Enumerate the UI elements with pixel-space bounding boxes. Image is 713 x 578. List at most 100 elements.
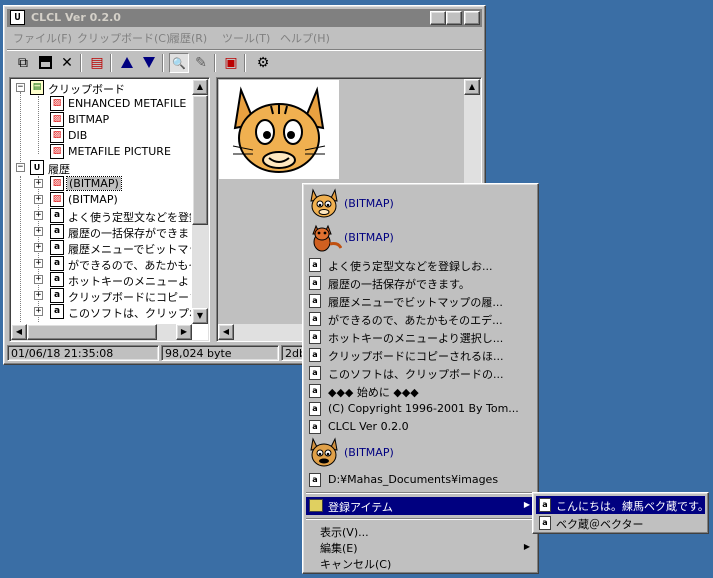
expand-toggle[interactable]: +: [34, 291, 43, 300]
minimize-button[interactable]: _: [430, 11, 446, 25]
popup-item-text[interactable]: a ホットキーのメニューより選択し...: [306, 328, 535, 346]
popup-item-view[interactable]: 表示(V)...: [306, 523, 535, 539]
expand-toggle[interactable]: +: [34, 227, 43, 236]
submenu-item[interactable]: a ベク蔵＠ベクター: [536, 514, 705, 532]
popup-item-text[interactable]: a 履歴メニューでビットマップの履...: [306, 292, 535, 310]
scroll-left-button[interactable]: ◀: [11, 324, 27, 340]
scroll-down-button[interactable]: ▼: [192, 308, 208, 324]
menu-history[interactable]: 履歴(R): [169, 30, 207, 46]
app-icon[interactable]: U: [10, 10, 25, 25]
title-bar[interactable]: U CLCL Ver 0.2.0 _ □ ×: [7, 9, 482, 27]
popup-item-bitmap[interactable]: (BITMAP): [306, 187, 535, 221]
tree-node-format[interactable]: ▨ METAFILE PICTURE: [12, 144, 191, 160]
popup-label: CLCL Ver 0.2.0: [328, 420, 409, 433]
register-icon[interactable]: ▤: [87, 53, 107, 73]
text-icon: a: [309, 258, 321, 272]
tree-vertical-scrollbar[interactable]: ▲ ▼: [192, 79, 208, 324]
maximize-button[interactable]: □: [446, 11, 462, 25]
tree-node-history-item[interactable]: + a ホットキーのメニューより選: [12, 272, 191, 288]
popup-item-text[interactable]: a このソフトは、クリップボードの...: [306, 364, 535, 382]
tree-horizontal-scrollbar[interactable]: ◀ ▶: [11, 324, 192, 340]
tree-label: METAFILE PICTURE: [68, 145, 171, 158]
popup-item-text[interactable]: a (C) Copyright 1996-2001 By Tom...: [306, 400, 535, 418]
expand-toggle[interactable]: +: [34, 195, 43, 204]
expand-toggle[interactable]: +: [34, 243, 43, 252]
popup-item-edit[interactable]: 編集(E) ▶: [306, 539, 535, 555]
tool-icon[interactable]: ⚙: [253, 53, 273, 73]
tree-node-format[interactable]: ▨ BITMAP: [12, 112, 191, 128]
delete-icon[interactable]: ✕: [57, 53, 77, 73]
tree-label: このソフトは、クリップボード: [68, 307, 191, 320]
tree-label: ホットキーのメニューより選: [68, 275, 191, 288]
image-icon[interactable]: ▣: [221, 53, 241, 73]
popup-item-text[interactable]: a よく使う定型文などを登録しお...: [306, 256, 535, 274]
collapse-toggle[interactable]: −: [16, 163, 25, 172]
folder-icon: [309, 499, 323, 512]
tree-view[interactable]: − ▤ クリップボード ▨ ENHANCED METAFILE ▨ BITMAP…: [9, 77, 210, 342]
text-icon: a: [50, 272, 64, 287]
tree-node-history-item[interactable]: + a このソフトは、クリップボード: [12, 304, 191, 320]
scroll-right-button[interactable]: ▶: [176, 324, 192, 340]
popup-label: 編集(E): [320, 542, 358, 555]
tree-label: DIB: [68, 129, 88, 142]
popup-separator: [306, 518, 535, 520]
format-icon: ▨: [50, 112, 64, 127]
popup-item-text[interactable]: a クリップボードにコピーされるほ...: [306, 346, 535, 364]
expand-toggle[interactable]: +: [34, 275, 43, 284]
history-icon: U: [30, 160, 44, 175]
scroll-up-button[interactable]: ▲: [192, 79, 208, 95]
up-icon[interactable]: [117, 53, 137, 73]
tree-node-history-item[interactable]: + a よく使う定型文などを登録: [12, 208, 191, 224]
submenu-item[interactable]: a こんにちは。練馬ベク蔵です。: [536, 496, 709, 514]
expand-toggle[interactable]: +: [34, 211, 43, 220]
close-button[interactable]: ×: [464, 11, 480, 25]
expand-toggle[interactable]: +: [34, 259, 43, 268]
scroll-thumb[interactable]: [192, 95, 208, 225]
copy-icon[interactable]: ⧉: [13, 53, 33, 73]
tree-node-history-item[interactable]: + ▨ (BITMAP): [12, 192, 191, 208]
menu-clipboard[interactable]: クリップボード(C): [77, 30, 170, 46]
popup-item-text[interactable]: a CLCL Ver 0.2.0: [306, 418, 535, 436]
popup-label: 登録アイテム: [328, 501, 393, 514]
view-icon[interactable]: 🔍: [169, 53, 189, 73]
tree-node-history-item[interactable]: + a クリップボードにコピーされる: [12, 288, 191, 304]
tree-node-history[interactable]: − U 履歴: [12, 160, 191, 176]
tree-node-format[interactable]: ▨ DIB: [12, 128, 191, 144]
tree-label: BITMAP: [68, 113, 110, 126]
edit-icon[interactable]: ✎: [191, 53, 211, 73]
scroll-left-button[interactable]: ◀: [218, 324, 234, 340]
popup-item-text[interactable]: a 履歴の一括保存ができます。: [306, 274, 535, 292]
submenu-arrow-icon: ▶: [523, 542, 530, 551]
popup-label: 履歴の一括保存ができます。: [328, 278, 470, 291]
expand-toggle[interactable]: +: [34, 307, 43, 316]
format-icon: ▨: [50, 96, 64, 111]
text-icon: a: [309, 348, 321, 362]
popup-item-cancel[interactable]: キャンセル(C): [306, 555, 535, 571]
tree-node-format[interactable]: ▨ ENHANCED METAFILE: [12, 96, 191, 112]
tree-node-clipboard[interactable]: − ▤ クリップボード: [12, 80, 191, 96]
scroll-up-button[interactable]: ▲: [464, 79, 480, 95]
cat-thumbnail-icon: [310, 437, 338, 467]
popup-item-text[interactable]: a ◆◆◆ 始めに ◆◆◆: [306, 382, 535, 400]
popup-item-bitmap[interactable]: (BITMAP): [306, 436, 535, 470]
collapse-toggle[interactable]: −: [16, 83, 25, 92]
popup-item-registered[interactable]: 登録アイテム ▶: [306, 497, 535, 515]
popup-item-bitmap[interactable]: (BITMAP): [306, 221, 535, 255]
down-icon[interactable]: [139, 53, 159, 73]
save-icon[interactable]: [35, 53, 55, 73]
expand-toggle[interactable]: +: [34, 179, 43, 188]
scroll-thumb[interactable]: [27, 324, 157, 340]
popup-item-text[interactable]: a ができるので、あたかもそのエデ...: [306, 310, 535, 328]
tree-node-history-item[interactable]: + ▨ (BITMAP): [12, 176, 191, 192]
tree-node-history-item[interactable]: + a 履歴の一括保存ができま: [12, 224, 191, 240]
tree-label-selected: (BITMAP): [66, 176, 122, 191]
tree-label: (BITMAP): [68, 193, 118, 206]
tree-node-history-item[interactable]: + a ができるので、あたかもその: [12, 256, 191, 272]
menu-tools[interactable]: ツール(T): [222, 30, 270, 46]
tree-node-history-item[interactable]: + a 履歴メニューでビットマップの: [12, 240, 191, 256]
text-icon: a: [309, 384, 321, 398]
popup-item-text[interactable]: a D:¥Mahas_Documents¥images: [306, 471, 535, 489]
history-popup-menu: (BITMAP) (BITMAP) a よく使う定型文などを登録しお... a …: [302, 183, 539, 574]
menu-help[interactable]: ヘルプ(H): [280, 30, 330, 46]
menu-file[interactable]: ファイル(F): [13, 30, 72, 46]
